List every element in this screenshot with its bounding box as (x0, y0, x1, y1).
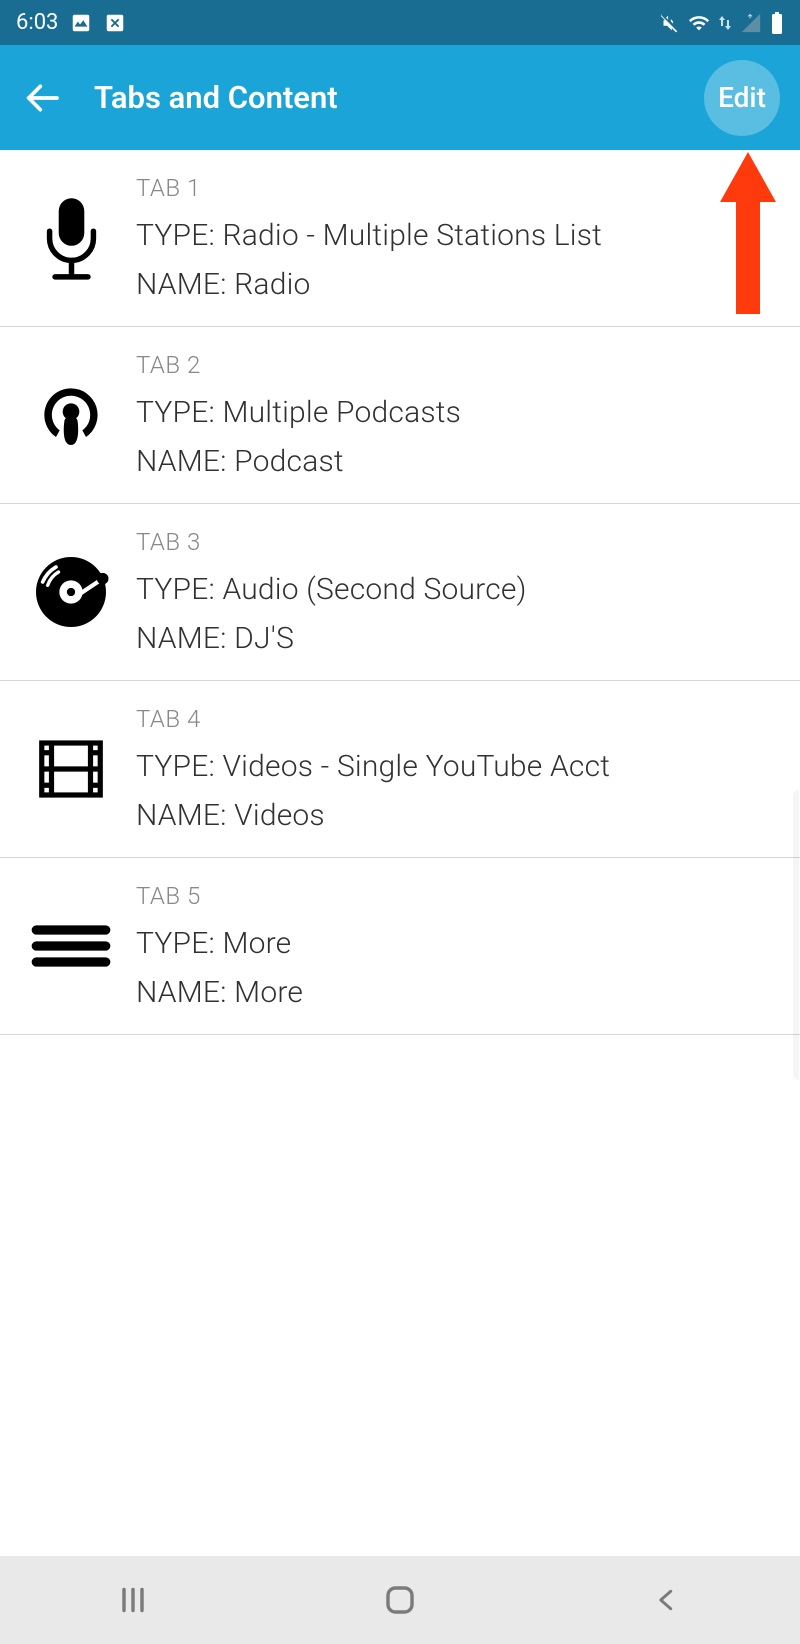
back-nav-button[interactable] (607, 1570, 727, 1630)
edit-button[interactable]: Edit (704, 60, 780, 136)
vinyl-icon (6, 552, 136, 632)
tab-row-3[interactable]: TAB 3 TYPE: Audio (Second Source) NAME: … (0, 504, 800, 681)
tab-name: NAME: More (136, 975, 780, 1010)
mute-icon (658, 12, 680, 34)
scroll-indicator (793, 790, 799, 1080)
tab-type: TYPE: Multiple Podcasts (136, 395, 780, 430)
tabs-list: TAB 1 TYPE: Radio - Multiple Stations Li… (0, 150, 800, 1556)
tab-name: NAME: Radio (136, 267, 780, 302)
film-icon (6, 730, 136, 808)
wifi-icon (688, 12, 710, 34)
tab-header: TAB 5 (136, 882, 780, 910)
podcast-icon (6, 375, 136, 455)
tab-header: TAB 3 (136, 528, 780, 556)
home-button[interactable] (340, 1570, 460, 1630)
tab-name: NAME: DJ'S (136, 621, 780, 656)
tab-row-1[interactable]: TAB 1 TYPE: Radio - Multiple Stations Li… (0, 150, 800, 327)
signal-icon (740, 12, 762, 34)
back-button[interactable] (18, 74, 66, 122)
tab-name: NAME: Podcast (136, 444, 780, 479)
recents-button[interactable] (73, 1570, 193, 1630)
close-card-icon (104, 12, 126, 34)
image-icon (70, 12, 92, 34)
app-bar: Tabs and Content Edit (0, 45, 800, 150)
system-nav-bar (0, 1556, 800, 1644)
status-time: 6:03 (16, 10, 58, 35)
tab-name: NAME: Videos (136, 798, 780, 833)
status-bar: 6:03 (0, 0, 800, 45)
data-arrows-icon (718, 14, 732, 32)
tab-header: TAB 1 (136, 174, 780, 202)
battery-icon (770, 11, 784, 35)
tab-row-5[interactable]: TAB 5 TYPE: More NAME: More (0, 858, 800, 1035)
more-icon (6, 921, 136, 971)
tab-row-2[interactable]: TAB 2 TYPE: Multiple Podcasts NAME: Podc… (0, 327, 800, 504)
tab-type: TYPE: Audio (Second Source) (136, 572, 780, 607)
page-title: Tabs and Content (94, 79, 338, 116)
tab-type: TYPE: More (136, 926, 780, 961)
tab-type: TYPE: Radio - Multiple Stations List (136, 218, 780, 253)
tab-header: TAB 4 (136, 705, 780, 733)
tab-header: TAB 2 (136, 351, 780, 379)
tab-type: TYPE: Videos - Single YouTube Acct (136, 749, 780, 784)
tab-row-4[interactable]: TAB 4 TYPE: Videos - Single YouTube Acct… (0, 681, 800, 858)
microphone-icon (6, 191, 136, 286)
